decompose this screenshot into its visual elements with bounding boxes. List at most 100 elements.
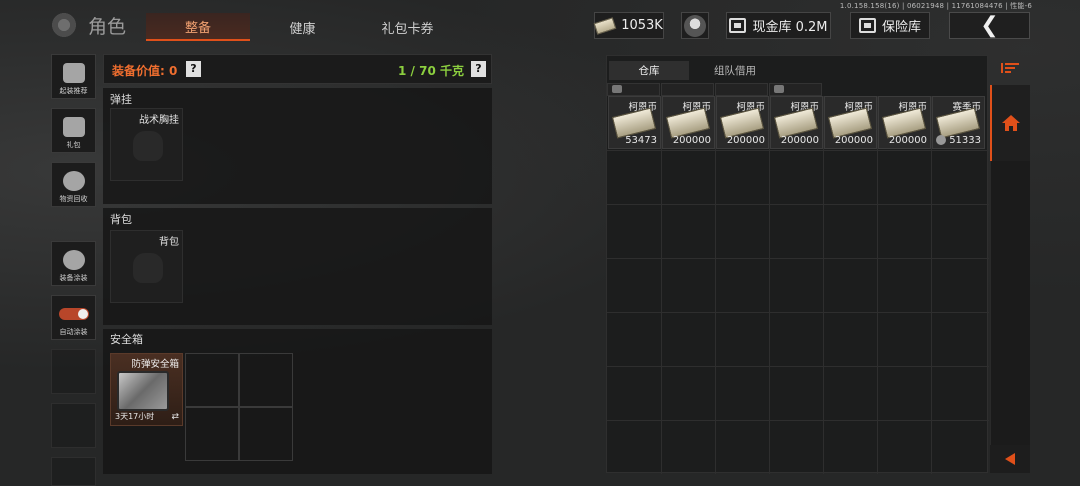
sidebar-empty-slot bbox=[51, 349, 96, 394]
cash-vault-button[interactable]: 现金库 0.2M bbox=[726, 12, 831, 39]
sidebar-item-label: 装备涂装 bbox=[59, 274, 88, 282]
gift-icon bbox=[62, 117, 85, 137]
cash-stack-icon bbox=[611, 107, 657, 139]
sidebar-item-label: 物资回收 bbox=[59, 195, 88, 203]
weight-capacity: 1 / 70 千克 bbox=[398, 64, 464, 78]
cash-stack-icon bbox=[773, 107, 819, 139]
backpack-slot[interactable]: 背包 bbox=[110, 230, 183, 303]
safe-box-button[interactable]: 保险库 bbox=[850, 12, 930, 39]
item-quantity: 53473 bbox=[625, 135, 657, 146]
section-title: 弹挂 bbox=[110, 93, 132, 106]
help-button[interactable]: ? bbox=[186, 61, 201, 77]
sidebar-item-label: 起装推荐 bbox=[59, 87, 88, 95]
tab-team-borrow[interactable]: 组队借用 bbox=[693, 61, 777, 80]
cash-stack-icon bbox=[935, 107, 981, 139]
chest-rig-icon bbox=[133, 131, 163, 161]
season-coin-icon bbox=[936, 135, 946, 145]
backpack-icon bbox=[133, 253, 163, 283]
tab-warehouse[interactable]: 仓库 bbox=[609, 61, 689, 80]
sidebar-empty-slot bbox=[51, 403, 96, 448]
triangle-left-icon bbox=[1005, 453, 1015, 465]
section-backpack: 背包 背包 bbox=[103, 208, 492, 325]
item-quantity: 200000 bbox=[780, 135, 819, 146]
stash-item[interactable]: 柯恩币 200000 bbox=[770, 96, 823, 149]
sidebar-item-paint[interactable]: 装备涂装 bbox=[51, 241, 96, 286]
vault-icon bbox=[729, 18, 747, 33]
tab-health[interactable]: 健康 bbox=[255, 13, 350, 41]
swap-icon[interactable]: ⇄ bbox=[171, 412, 179, 422]
tab-label: 健康 bbox=[289, 21, 316, 37]
cash-stack-icon bbox=[827, 107, 873, 139]
section-chest-rig: 弹挂 战术胸挂 bbox=[103, 88, 492, 204]
page-title: 角色 bbox=[88, 16, 127, 38]
stash-item[interactable]: 柯恩币 53473 bbox=[608, 96, 661, 149]
case-grid-cell[interactable] bbox=[239, 407, 293, 461]
help-button[interactable]: ? bbox=[471, 61, 486, 77]
back-button[interactable]: ❮ bbox=[949, 12, 1030, 39]
cash-vault-label: 现金库 0.2M bbox=[752, 20, 828, 35]
sidebar-empty-slot bbox=[51, 457, 96, 486]
home-icon bbox=[1002, 115, 1020, 131]
tab-gift-cards[interactable]: 礼包卡券 bbox=[355, 13, 460, 41]
item-peek bbox=[715, 83, 768, 96]
slot-label: 防弹安全箱 bbox=[131, 359, 179, 370]
stash-panel: 仓库 组队借用 柯恩币 53473 柯恩币 200000 柯恩币 200000 … bbox=[606, 55, 989, 474]
stash-item[interactable]: 柯恩币 200000 bbox=[824, 96, 877, 149]
sort-icon bbox=[1001, 63, 1019, 73]
stash-item[interactable]: 柯恩币 200000 bbox=[662, 96, 715, 149]
item-peek bbox=[607, 83, 660, 96]
loadout-icon bbox=[62, 63, 85, 83]
item-quantity: 200000 bbox=[888, 135, 927, 146]
sort-button[interactable] bbox=[990, 55, 1030, 83]
cash-stack-icon bbox=[719, 107, 765, 139]
collapse-button[interactable] bbox=[990, 445, 1030, 473]
currency-amount: 1053K bbox=[621, 18, 663, 33]
tab-label: 礼包卡券 bbox=[381, 21, 434, 37]
tab-prepare[interactable]: 整备 bbox=[146, 13, 250, 41]
sidebar-item-loadout-recommend[interactable]: 起装推荐 bbox=[51, 54, 96, 99]
character-logo-icon bbox=[50, 11, 78, 39]
stash-item[interactable]: 柯恩币 200000 bbox=[716, 96, 769, 149]
chest-rig-slot[interactable]: 战术胸挂 bbox=[110, 108, 183, 181]
item-quantity: 51333 bbox=[949, 135, 981, 146]
case-grid-cell[interactable] bbox=[185, 407, 239, 461]
operator-button[interactable] bbox=[681, 12, 709, 39]
case-grid-cell[interactable] bbox=[185, 353, 239, 407]
item-quantity: 200000 bbox=[834, 135, 873, 146]
sidebar-item-label: 自动涂装 bbox=[59, 328, 88, 336]
case-grid-cell[interactable] bbox=[239, 353, 293, 407]
tab-label: 组队借用 bbox=[714, 65, 756, 77]
item-peek bbox=[661, 83, 714, 96]
equipment-value: 装备价值: 0 bbox=[112, 64, 178, 78]
sidebar-item-recycle[interactable]: 物资回收 bbox=[51, 162, 96, 207]
slot-label: 背包 bbox=[159, 237, 179, 248]
paint-icon bbox=[62, 250, 85, 270]
safe-box-label: 保险库 bbox=[881, 20, 921, 35]
cash-stack-icon bbox=[881, 107, 927, 139]
safe-case-icon bbox=[117, 371, 169, 411]
sidebar-item-gift[interactable]: 礼包 bbox=[51, 108, 96, 153]
cash-stack-icon bbox=[665, 107, 711, 139]
soldier-icon bbox=[684, 14, 706, 37]
safe-case-slot[interactable]: 防弹安全箱 3天17小时 ⇄ bbox=[110, 353, 183, 426]
stash-item[interactable]: 赛季币 51333 bbox=[932, 96, 985, 149]
sidebar-item-label: 礼包 bbox=[66, 141, 81, 149]
stash-item[interactable]: 柯恩币 200000 bbox=[878, 96, 931, 149]
section-title: 安全箱 bbox=[110, 333, 143, 346]
sidebar-item-auto-paint[interactable]: 自动涂装 bbox=[51, 295, 96, 340]
item-peek bbox=[769, 83, 822, 96]
case-timer: 3天17小时 bbox=[115, 412, 155, 421]
slot-label: 战术胸挂 bbox=[139, 115, 179, 126]
toggle-icon[interactable] bbox=[58, 308, 89, 320]
item-quantity: 200000 bbox=[672, 135, 711, 146]
recycle-icon bbox=[62, 171, 85, 191]
tab-label: 整备 bbox=[184, 20, 211, 36]
loadout-value-bar: 装备价值: 0 ? 1 / 70 千克 ? bbox=[103, 54, 492, 84]
currency-display[interactable]: 1053K bbox=[593, 12, 664, 39]
chevron-left-icon: ❮ bbox=[980, 13, 999, 38]
item-quantity: 200000 bbox=[726, 135, 765, 146]
safe-icon bbox=[858, 18, 876, 33]
tab-label: 仓库 bbox=[638, 65, 660, 77]
version-info: 1.0.158.158(16) | 06021948 | 11761084476… bbox=[839, 2, 1032, 10]
home-category-button[interactable] bbox=[990, 85, 1030, 161]
